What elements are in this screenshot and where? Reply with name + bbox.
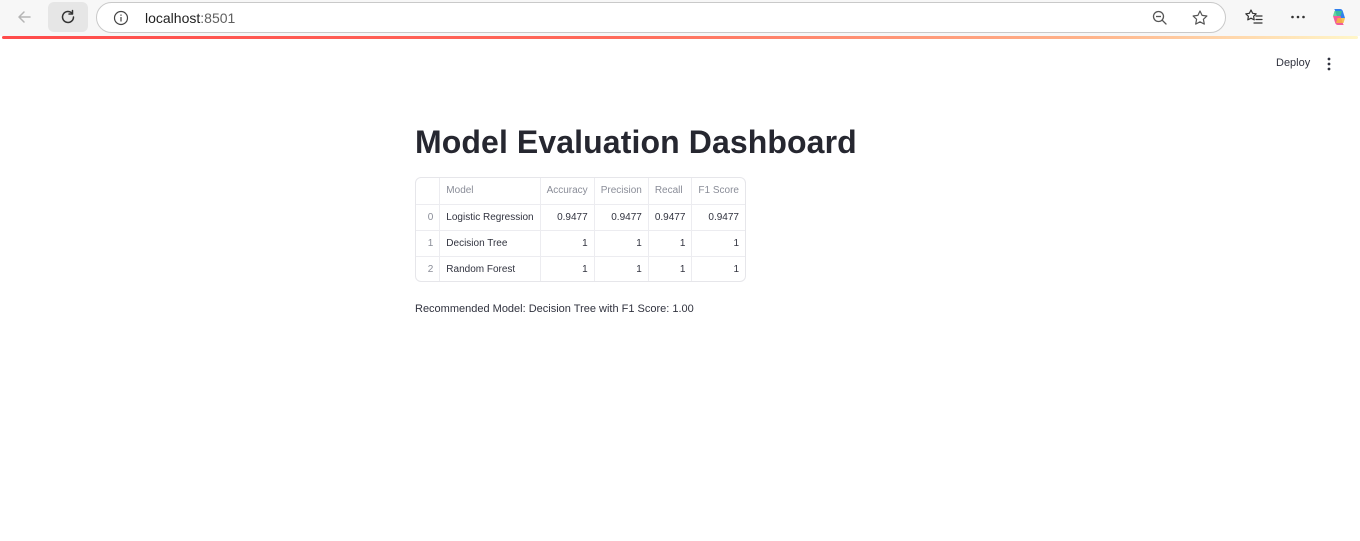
column-header-model[interactable]: Model [439,178,541,205]
url-text[interactable]: localhost:8501 [145,10,235,26]
evaluation-table[interactable]: Model Accuracy Precision Recall F1 Score… [415,177,746,282]
row-index: 1 [416,230,441,257]
cell-f1-score[interactable]: 1 [692,256,745,281]
column-header-accuracy[interactable]: Accuracy [540,178,595,205]
back-button[interactable] [4,2,44,32]
more-icon [1291,15,1305,19]
url-host: localhost [145,10,201,26]
address-bar[interactable]: localhost:8501 [96,2,1226,33]
favorites-icon [1245,9,1263,24]
zoom-out-icon[interactable] [1151,9,1169,27]
copilot-button[interactable] [1328,6,1350,28]
row-index: 0 [416,204,441,231]
column-header-f1-score[interactable]: F1 Score [691,178,745,205]
cell-recall[interactable]: 1 [648,256,693,281]
cell-accuracy[interactable]: 1 [540,230,595,257]
arrow-left-icon [18,11,31,23]
deploy-button[interactable]: Deploy [1270,55,1316,71]
cell-precision[interactable]: 1 [594,256,649,281]
favorites-button[interactable] [1243,6,1265,28]
table-header-row: Model Accuracy Precision Recall F1 Score [416,178,745,205]
cell-model[interactable]: Logistic Regression [439,204,541,231]
info-icon[interactable] [113,10,129,26]
reload-icon [61,9,75,24]
app-menu-button[interactable] [1321,55,1337,73]
star-icon[interactable] [1191,9,1209,27]
cell-model[interactable]: Random Forest [439,256,541,281]
copilot-icon [1333,9,1345,25]
browser-toolbar: localhost:8501 [0,0,1360,36]
app-status-bar [2,36,1358,39]
row-index: 2 [416,256,441,281]
table-row: 2 Random Forest 1 1 1 1 [416,256,745,281]
cell-precision[interactable]: 1 [594,230,649,257]
column-header-precision[interactable]: Precision [594,178,649,205]
cell-accuracy[interactable]: 0.9477 [540,204,595,231]
kebab-menu-icon [1327,57,1331,71]
column-header-index[interactable] [416,178,441,205]
more-button[interactable] [1287,6,1309,28]
column-header-recall[interactable]: Recall [648,178,693,205]
table-row: 0 Logistic Regression 0.9477 0.9477 0.94… [416,204,745,231]
cell-recall[interactable]: 0.9477 [648,204,693,231]
recommendation-text: Recommended Model: Decision Tree with F1… [415,303,694,315]
reload-button[interactable] [48,2,88,32]
cell-precision[interactable]: 0.9477 [594,204,649,231]
table-row: 1 Decision Tree 1 1 1 1 [416,230,745,257]
cell-model[interactable]: Decision Tree [439,230,541,257]
cell-accuracy[interactable]: 1 [540,256,595,281]
cell-f1-score[interactable]: 0.9477 [691,204,745,231]
cell-f1-score[interactable]: 1 [691,230,745,257]
url-port: :8501 [200,10,236,26]
page-title: Model Evaluation Dashboard [415,124,857,160]
cell-recall[interactable]: 1 [648,230,693,257]
